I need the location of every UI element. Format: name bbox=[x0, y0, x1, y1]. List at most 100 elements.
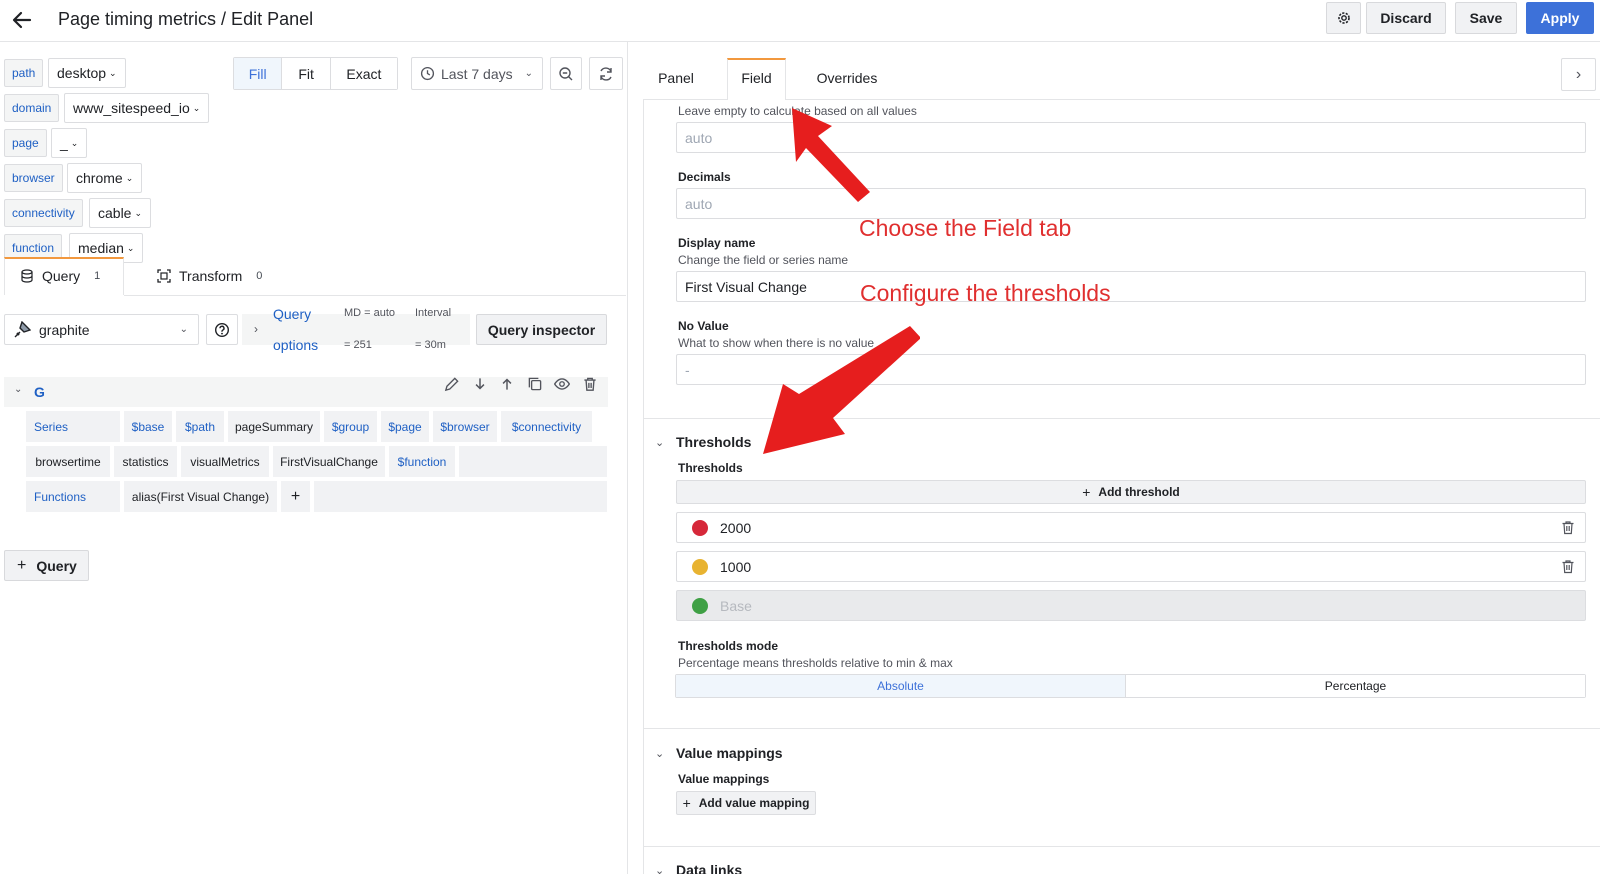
thresholds-section-title[interactable]: Thresholds bbox=[676, 434, 751, 450]
discard-button[interactable]: Discard bbox=[1366, 2, 1446, 34]
chevron-down-icon[interactable]: ⌄ bbox=[14, 384, 22, 395]
chevron-down-icon[interactable]: ⌄ bbox=[655, 436, 664, 449]
query-ref-id: G bbox=[34, 384, 45, 400]
chevron-down-icon[interactable]: ⌄ bbox=[655, 747, 664, 760]
tab-transform-count: 0 bbox=[256, 270, 263, 282]
time-range-picker[interactable]: Last 7 days ⌄ bbox=[411, 57, 543, 90]
series-segment-group[interactable]: $group bbox=[324, 411, 377, 442]
trash-icon[interactable] bbox=[1561, 559, 1575, 575]
eye-icon[interactable] bbox=[553, 375, 571, 393]
apply-button[interactable]: Apply bbox=[1526, 2, 1594, 34]
graphite-logo-icon bbox=[14, 320, 31, 337]
exact-mode-button[interactable]: Exact bbox=[330, 58, 397, 89]
variable-label-domain: domain bbox=[4, 94, 60, 122]
pane-divider bbox=[627, 42, 628, 874]
decimals-label: Decimals bbox=[678, 170, 731, 184]
md-value: = 251 bbox=[344, 339, 372, 351]
series-segment-pagesummary[interactable]: pageSummary bbox=[228, 411, 320, 442]
annotation-thresholds: Configure the thresholds bbox=[860, 280, 1111, 306]
add-value-mapping-button[interactable]: + Add value mapping bbox=[676, 791, 816, 815]
functions-label: Functions bbox=[26, 481, 120, 512]
fit-mode-button[interactable]: Fit bbox=[282, 58, 331, 89]
variable-select-domain[interactable]: www_sitespeed_io ⌄ bbox=[64, 93, 210, 123]
threshold-value[interactable]: 1000 bbox=[720, 559, 751, 575]
mode-absolute-button[interactable]: Absolute bbox=[676, 675, 1126, 697]
tab-panel[interactable]: Panel bbox=[648, 58, 704, 98]
chevron-down-icon: ⌄ bbox=[125, 172, 134, 183]
section-divider bbox=[644, 728, 1600, 729]
save-button[interactable]: Save bbox=[1455, 2, 1517, 34]
arrow-left-icon[interactable] bbox=[10, 8, 34, 32]
tab-transform[interactable]: Transform 0 bbox=[157, 258, 262, 294]
add-threshold-button[interactable]: + Add threshold bbox=[676, 480, 1586, 504]
series-segment-path[interactable]: $path bbox=[176, 411, 224, 442]
variable-label-path: path bbox=[4, 59, 44, 87]
threshold-base-label: Base bbox=[720, 597, 752, 614]
chevron-down-icon: ⌄ bbox=[179, 324, 188, 335]
value-mappings-section-title[interactable]: Value mappings bbox=[676, 745, 783, 761]
thresholds-mode-desc: Percentage means thresholds relative to … bbox=[678, 656, 953, 670]
query-row-header[interactable] bbox=[4, 377, 608, 407]
tab-overrides[interactable]: Overrides bbox=[806, 58, 888, 98]
display-name-input[interactable]: First Visual Change bbox=[676, 271, 1586, 302]
zoom-out-button[interactable] bbox=[550, 57, 582, 90]
query-inspector-button[interactable]: Query inspector bbox=[476, 314, 607, 345]
fill-mode-button[interactable]: Fill bbox=[234, 58, 283, 89]
series-segment-base[interactable]: $base bbox=[124, 411, 172, 442]
trash-icon[interactable] bbox=[1561, 520, 1575, 536]
query-options-label-2[interactable]: options bbox=[273, 337, 318, 353]
refresh-icon bbox=[600, 66, 612, 81]
threshold-color-swatch[interactable] bbox=[692, 597, 708, 614]
mode-percentage-button[interactable]: Percentage bbox=[1126, 675, 1585, 697]
pencil-icon[interactable] bbox=[443, 375, 461, 393]
display-name-label: Display name bbox=[678, 236, 756, 250]
chevron-right-icon: › bbox=[254, 322, 258, 336]
datasource-help-button[interactable] bbox=[206, 314, 238, 345]
copy-icon[interactable] bbox=[526, 375, 544, 393]
threshold-row[interactable]: 1000 bbox=[676, 551, 1586, 582]
query-options-label-1[interactable]: Query bbox=[273, 306, 311, 322]
series-segment-connectivity[interactable]: $connectivity bbox=[501, 411, 592, 442]
variable-value: chrome bbox=[76, 170, 123, 186]
chevron-down-icon[interactable]: ⌄ bbox=[655, 864, 664, 874]
series-segment-statistics[interactable]: statistics bbox=[114, 446, 177, 477]
function-alias[interactable]: alias(First Visual Change) bbox=[124, 481, 277, 512]
trash-icon[interactable] bbox=[581, 375, 599, 393]
series-add-segment[interactable] bbox=[459, 446, 607, 477]
tab-field[interactable]: Field bbox=[727, 58, 786, 98]
threshold-color-swatch[interactable] bbox=[692, 558, 708, 575]
variable-select-connectivity[interactable]: cable ⌄ bbox=[89, 198, 152, 228]
data-links-section-title[interactable]: Data links bbox=[676, 862, 742, 874]
add-function-button[interactable]: + bbox=[281, 481, 310, 512]
tabs-divider bbox=[124, 295, 626, 296]
collapse-options-button[interactable]: › bbox=[1561, 58, 1596, 91]
refresh-button[interactable] bbox=[589, 57, 623, 90]
add-query-button[interactable]: + Query bbox=[4, 550, 89, 581]
chevron-down-icon: ⌄ bbox=[126, 242, 135, 253]
variable-select-page[interactable]: _ ⌄ bbox=[51, 128, 88, 158]
threshold-row[interactable]: 2000 bbox=[676, 512, 1586, 543]
datasource-picker[interactable]: graphite ⌄ bbox=[4, 314, 199, 345]
variable-value: median bbox=[78, 240, 124, 256]
arrow-down-icon[interactable] bbox=[471, 375, 489, 393]
variable-select-path[interactable]: desktop ⌄ bbox=[48, 58, 126, 88]
datasource-name: graphite bbox=[39, 321, 90, 338]
arrow-up-icon[interactable] bbox=[498, 375, 516, 393]
series-segment-browsertime[interactable]: browsertime bbox=[26, 446, 110, 477]
add-threshold-label: Add threshold bbox=[1098, 485, 1180, 499]
threshold-color-swatch[interactable] bbox=[692, 519, 708, 536]
tab-query[interactable]: Query 1 bbox=[20, 258, 100, 294]
tab-query-label: Query bbox=[42, 268, 81, 284]
page-title: Page timing metrics / Edit Panel bbox=[58, 9, 314, 29]
series-segment-browser[interactable]: $browser bbox=[433, 411, 497, 442]
panel-settings-button[interactable] bbox=[1326, 2, 1361, 34]
thresholds-mode-label: Thresholds mode bbox=[678, 639, 779, 653]
series-segment-visualmetrics[interactable]: visualMetrics bbox=[181, 446, 269, 477]
threshold-value[interactable]: 2000 bbox=[720, 520, 751, 536]
series-segment-page[interactable]: $page bbox=[381, 411, 429, 442]
interval-value: = 30m bbox=[415, 339, 446, 351]
series-segment-firstvisualchange[interactable]: FirstVisualChange bbox=[273, 446, 385, 477]
variable-label-browser: browser bbox=[4, 164, 63, 192]
variable-select-browser[interactable]: chrome ⌄ bbox=[67, 163, 143, 193]
series-segment-function[interactable]: $function bbox=[389, 446, 455, 477]
